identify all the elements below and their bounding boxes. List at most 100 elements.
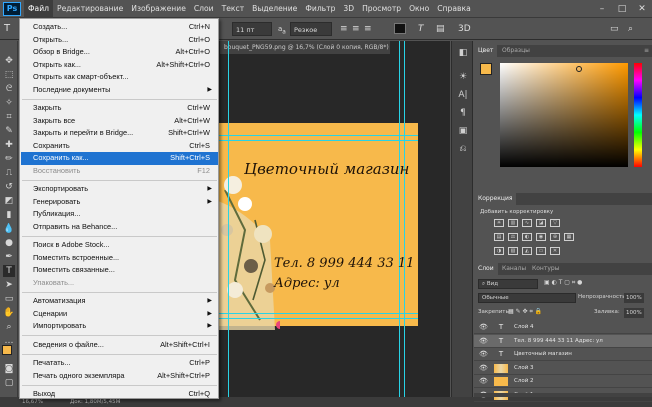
file-menu-item[interactable]: Поместить встроенные... <box>21 252 218 265</box>
marquee-tool-icon[interactable]: ⬚ <box>3 69 15 81</box>
fill-field[interactable]: 100% <box>624 308 644 318</box>
file-menu-item[interactable]: Открыть... Ctrl+O <box>21 34 218 47</box>
file-menu-item[interactable]: Закрыть Ctrl+W <box>21 102 218 115</box>
color-foreground-swatch[interactable] <box>480 63 492 75</box>
eraser-tool-icon[interactable]: ◩ <box>3 195 15 207</box>
shape-tool-icon[interactable]: ▭ <box>3 293 15 305</box>
file-menu-item[interactable]: Обзор в Bridge... Alt+Ctrl+O <box>21 46 218 59</box>
align-center-icon[interactable]: ≡ <box>352 22 360 36</box>
hue-sat-icon[interactable]: ▤ <box>494 233 504 241</box>
file-menu-item[interactable]: Поместить связанные... <box>21 264 218 277</box>
gradient-map-icon[interactable]: ▭ <box>536 247 546 255</box>
file-menu-item[interactable]: Публикация... <box>21 208 218 221</box>
menu-7[interactable]: 3D <box>339 0 358 18</box>
color-panel-icon[interactable]: ◧ <box>457 47 469 59</box>
color-lookup-icon[interactable]: ▦ <box>564 233 574 241</box>
search-icon[interactable]: ⌕ <box>628 22 633 36</box>
menu-10[interactable]: Справка <box>433 0 474 18</box>
visibility-eye-icon[interactable]: 👁 <box>479 362 488 375</box>
magic-wand-icon[interactable]: ✧ <box>3 97 15 109</box>
invert-icon[interactable]: ◑ <box>494 247 504 255</box>
menu-6[interactable]: Фильтр <box>301 0 339 18</box>
path-select-icon[interactable]: ➤ <box>3 279 15 291</box>
character-panel-icon[interactable]: ▤ <box>436 22 445 36</box>
file-menu-item[interactable]: Поиск в Adobe Stock... <box>21 239 218 252</box>
text-color-swatch[interactable] <box>394 23 406 34</box>
file-menu-item[interactable]: Создать... Ctrl+N <box>21 21 218 34</box>
guide-horizontal[interactable] <box>215 140 418 141</box>
properties-icon[interactable]: ▣ <box>457 125 469 137</box>
3d-icon[interactable]: 3D <box>458 22 471 36</box>
file-menu-item[interactable]: Выход Ctrl+Q <box>21 388 218 401</box>
visibility-eye-icon[interactable]: 👁 <box>479 375 488 388</box>
quick-mask-icon[interactable]: ◙ <box>3 363 15 375</box>
menu-8[interactable]: Просмотр <box>358 0 405 18</box>
tab-paths[interactable]: Контуры <box>528 263 563 275</box>
opacity-field[interactable]: 100% <box>624 293 644 303</box>
tab-color[interactable]: Цвет <box>474 45 498 57</box>
layer-row[interactable]: 👁 Слой 2 <box>474 375 652 388</box>
threshold-icon[interactable]: ◭ <box>522 247 532 255</box>
character-icon[interactable]: A| <box>457 89 469 101</box>
file-menu-item[interactable]: Сценарии ▶ <box>21 308 218 321</box>
dodge-tool-icon[interactable]: ● <box>3 237 15 249</box>
visibility-eye-icon[interactable]: 👁 <box>479 348 488 361</box>
lock-icons[interactable]: ▦ ✎ ✥ ⌗ 🔒 <box>508 308 542 316</box>
filter-icons[interactable]: ▣ ◐ T ▢ ⌗ ● <box>544 279 582 287</box>
file-menu-item[interactable]: Открыть как... Alt+Shift+Ctrl+O <box>21 59 218 72</box>
crop-tool-icon[interactable]: ⌗ <box>3 111 15 123</box>
levels-icon[interactable]: ▥ <box>508 219 518 227</box>
file-menu-item[interactable]: Экспортировать ▶ <box>21 183 218 196</box>
visibility-eye-icon[interactable]: 👁 <box>479 335 488 348</box>
tab-swatches[interactable]: Образцы <box>498 45 534 57</box>
file-menu-item[interactable]: Печатать... Ctrl+P <box>21 357 218 370</box>
maximize-button[interactable]: □ <box>612 4 632 14</box>
workspace-icon[interactable]: ▭ <box>610 22 619 36</box>
zoom-tool-icon[interactable]: ⌕ <box>3 321 15 333</box>
blend-mode-select[interactable]: Обычные <box>478 293 576 303</box>
layer-row[interactable]: 👁 Слой 3 <box>474 362 652 375</box>
menu-9[interactable]: Окно <box>405 0 433 18</box>
gradient-tool-icon[interactable]: ▮ <box>3 209 15 221</box>
color-balance-icon[interactable]: ⚖ <box>508 233 518 241</box>
file-menu-item[interactable]: Генерировать ▶ <box>21 196 218 209</box>
file-menu-item[interactable]: Автоматизация ▶ <box>21 295 218 308</box>
eyedropper-icon[interactable]: ✎ <box>3 125 15 137</box>
bw-icon[interactable]: ◐ <box>522 233 532 241</box>
tab-adjustments[interactable]: Коррекция <box>474 193 517 205</box>
file-menu-item[interactable]: Печать одного экземпляра Alt+Shift+Ctrl+P <box>21 370 218 383</box>
paragraph-icon[interactable]: ¶ <box>457 107 469 119</box>
align-right-icon[interactable]: ≡ <box>364 22 372 36</box>
guide-horizontal[interactable] <box>215 318 418 319</box>
menu-0[interactable]: Файл <box>24 0 53 18</box>
file-menu-item[interactable]: Закрыть и перейти в Bridge... Shift+Ctrl+… <box>21 127 218 140</box>
lasso-tool-icon[interactable]: ᘓ <box>3 83 15 95</box>
minimize-button[interactable]: – <box>592 4 612 14</box>
file-menu-item[interactable]: Закрыть все Alt+Ctrl+W <box>21 115 218 128</box>
sun-icon[interactable]: ☀ <box>457 71 469 83</box>
brush-tool-icon[interactable]: ✏ <box>3 153 15 165</box>
file-menu-item[interactable]: Сведения о файле... Alt+Shift+Ctrl+I <box>21 339 218 352</box>
guide-vertical[interactable] <box>404 41 405 397</box>
layer-row[interactable]: 👁 T Цветочный магазин <box>474 348 652 361</box>
file-menu-item[interactable]: Сохранить Ctrl+S <box>21 140 218 153</box>
document-tab[interactable]: bouquet_PNG59.png @ 16,7% (Слой 0 копия,… <box>220 41 390 54</box>
photo-filter-icon[interactable]: ◉ <box>536 233 546 241</box>
guide-vertical[interactable] <box>228 41 229 397</box>
align-left-icon[interactable]: ≡ <box>340 22 348 36</box>
address-text[interactable]: Адрес: ул <box>274 276 340 291</box>
menu-5[interactable]: Выделение <box>248 0 301 18</box>
healing-brush-icon[interactable]: ✚ <box>3 139 15 151</box>
move-tool-icon[interactable]: ✥ <box>3 55 15 67</box>
color-picker-cursor[interactable] <box>576 66 582 72</box>
shop-name-text[interactable]: Цветочный магазин <box>244 160 409 178</box>
menu-3[interactable]: Слои <box>190 0 218 18</box>
phone-text[interactable]: Тел. 8 999 444 33 11 <box>274 256 414 271</box>
foreground-color-swatch[interactable] <box>2 345 12 355</box>
history-brush-icon[interactable]: ↺ <box>3 181 15 193</box>
history-icon[interactable]: ⎌ <box>457 143 469 155</box>
screen-mode-icon[interactable]: ▢ <box>3 377 15 389</box>
close-button[interactable]: ✕ <box>632 4 652 14</box>
layer-row[interactable]: 👁 T Слой 4 <box>474 321 652 334</box>
menu-1[interactable]: Редактирование <box>53 0 127 18</box>
